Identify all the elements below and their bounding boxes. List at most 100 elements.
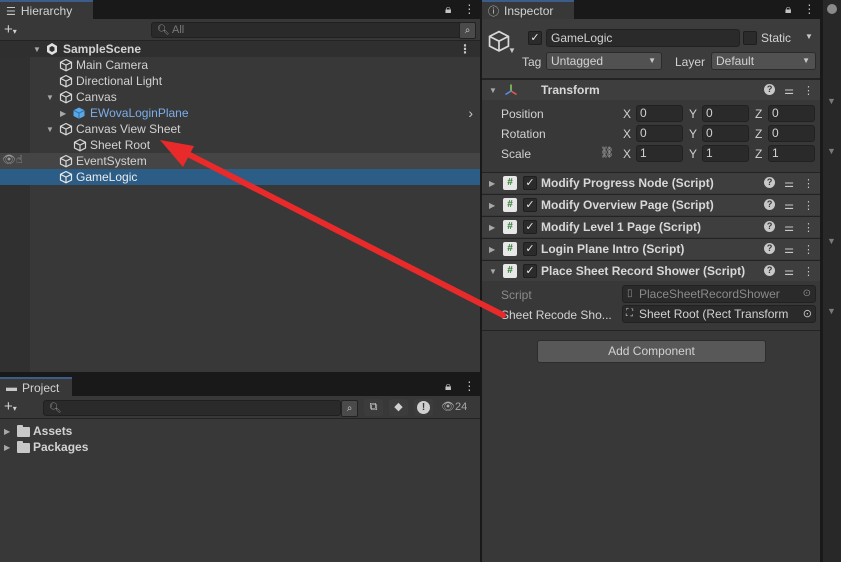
static-checkbox[interactable] (743, 31, 757, 45)
lock-icon[interactable]: 🔒︎ (445, 379, 451, 394)
search-by-type-icon[interactable]: ⌕ (459, 22, 476, 39)
component-header-place-sheet-record-shower[interactable]: ▼ # ✓ Place Sheet Record Shower (Script)… (482, 260, 820, 281)
scale-z-field[interactable]: 1 (768, 145, 815, 162)
context-menu-icon[interactable]: ⋮ (803, 177, 814, 190)
tag-dropdown[interactable]: Untagged ▼ (546, 52, 662, 70)
help-icon[interactable]: ? (764, 220, 776, 232)
filter-by-type-icon[interactable]: ⧉ (364, 399, 383, 416)
collapsed-arrow-icon[interactable]: ▶ (489, 245, 495, 254)
tree-item-eventsystem[interactable]: 👁︎ ☝︎ EventSystem (0, 153, 480, 169)
help-icon[interactable]: ? (764, 198, 776, 210)
static-dropdown-arrow-icon[interactable]: ▼ (805, 32, 813, 41)
lock-icon[interactable]: 🔒︎ (445, 2, 451, 17)
help-icon[interactable]: ? (764, 83, 776, 95)
component-header-login-plane-intro[interactable]: ▶ # ✓ Login Plane Intro (Script) ? ⚌ ⋮ (482, 238, 820, 259)
filter-by-label-icon[interactable]: ◆ (389, 399, 408, 416)
component-enabled-checkbox[interactable]: ✓ (523, 264, 537, 278)
expand-arrow-icon[interactable]: ▼ (46, 93, 54, 102)
preset-sliders-icon[interactable]: ⚌ (784, 84, 794, 97)
preset-sliders-icon[interactable]: ⚌ (784, 265, 794, 278)
light-bulb-icon[interactable] (827, 4, 837, 14)
position-z-field[interactable]: 0 (768, 105, 815, 122)
expand-arrow-icon[interactable]: ▼ (33, 45, 41, 54)
object-picker-icon[interactable]: ⊙ (800, 306, 812, 322)
project-search-input[interactable]: 🔍︎ (43, 400, 341, 416)
rotation-z-field[interactable]: 0 (768, 125, 815, 142)
tree-item-canvas[interactable]: ▼ Canvas (0, 89, 480, 105)
more-icon[interactable]: ⋮ (463, 2, 475, 17)
more-icon[interactable]: ⋮ (803, 2, 815, 17)
position-y-field[interactable]: 0 (702, 105, 749, 122)
chevron-down-icon[interactable]: ▼ (827, 236, 836, 246)
hierarchy-search-input[interactable]: 🔍︎ All (151, 22, 476, 38)
collapsed-arrow-icon[interactable]: ▶ (489, 201, 495, 210)
component-enabled-checkbox[interactable]: ✓ (523, 198, 537, 212)
tree-item-main-camera[interactable]: Main Camera (0, 57, 480, 73)
active-checkbox[interactable]: ✓ (528, 31, 542, 45)
log-types-icon[interactable]: ! (414, 399, 433, 416)
chevron-down-icon[interactable]: ▼ (827, 146, 836, 156)
component-header-modify-level-1-page[interactable]: ▶ # ✓ Modify Level 1 Page (Script) ? ⚌ ⋮ (482, 216, 820, 237)
tree-item-gamelogic[interactable]: GameLogic (0, 169, 480, 185)
add-component-button[interactable]: Add Component (537, 340, 766, 363)
context-menu-icon[interactable]: ⋮ (803, 265, 814, 278)
transform-header[interactable]: ▼ Transform ? ⚌ ⋮ (482, 79, 820, 100)
expand-arrow-icon[interactable]: ▼ (489, 267, 497, 276)
search-by-type-icon[interactable]: ⌕ (341, 400, 358, 417)
preset-sliders-icon[interactable]: ⚌ (784, 199, 794, 212)
tree-item-canvas-view-sheet[interactable]: ▼ Canvas View Sheet (0, 121, 480, 137)
create-dropdown-button[interactable]: +▾ (4, 21, 17, 38)
hidden-packages-toggle[interactable]: 👁︎24 (441, 400, 477, 416)
context-menu-icon[interactable]: ⋮ (803, 199, 814, 212)
more-icon[interactable]: ⋮ (463, 379, 475, 394)
collapsed-arrow-icon[interactable]: ▶ (4, 427, 10, 436)
open-prefab-chevron-icon[interactable]: › (468, 105, 473, 121)
preset-sliders-icon[interactable]: ⚌ (784, 243, 794, 256)
component-header-modify-overview-page[interactable]: ▶ # ✓ Modify Overview Page (Script) ? ⚌ … (482, 194, 820, 215)
collapsed-arrow-icon[interactable]: ▶ (489, 179, 495, 188)
tab-hierarchy[interactable]: ☰ Hierarchy (0, 0, 93, 20)
help-icon[interactable]: ? (764, 242, 776, 254)
help-icon[interactable]: ? (764, 264, 776, 276)
tree-item-ewovaloginplane[interactable]: ▶ EWovaLoginPlane › (0, 105, 480, 121)
layer-dropdown[interactable]: Default ▼ (711, 52, 816, 70)
component-enabled-checkbox[interactable]: ✓ (523, 242, 537, 256)
preset-sliders-icon[interactable]: ⚌ (784, 177, 794, 190)
tab-inspector[interactable]: ⓘ Inspector (482, 0, 574, 20)
collapsed-arrow-icon[interactable]: ▶ (489, 223, 495, 232)
scale-x-field[interactable]: 1 (636, 145, 683, 162)
expand-arrow-icon[interactable]: ▼ (489, 86, 497, 95)
lock-icon[interactable]: 🔒︎ (785, 2, 791, 17)
scene-row[interactable]: ▼ SampleScene ⋮ (0, 41, 480, 57)
context-menu-icon[interactable]: ⋮ (803, 243, 814, 256)
expand-arrow-icon[interactable]: ▼ (46, 125, 54, 134)
component-header-modify-progress-node[interactable]: ▶ # ✓ Modify Progress Node (Script) ? ⚌ … (482, 172, 820, 193)
position-x-field[interactable]: 0 (636, 105, 683, 122)
pickable-hand-icon[interactable]: ☝︎ (16, 153, 23, 166)
collapsed-arrow-icon[interactable]: ▶ (60, 109, 66, 118)
sheet-recode-shower-field[interactable]: ⛶ Sheet Root (Rect Transform ⊙ (622, 305, 816, 323)
rotation-y-field[interactable]: 0 (702, 125, 749, 142)
constrain-proportions-link-icon[interactable]: ⛓ (600, 146, 614, 159)
tree-item-sheet-root[interactable]: Sheet Root (0, 137, 480, 153)
help-icon[interactable]: ? (764, 176, 776, 188)
tab-project[interactable]: ▬ Project (0, 377, 72, 397)
visibility-eye-icon[interactable]: 👁︎ (2, 153, 16, 166)
context-menu-icon[interactable]: ⋮ (803, 84, 814, 97)
preset-sliders-icon[interactable]: ⚌ (784, 221, 794, 234)
scene-more-icon[interactable]: ⋮ (459, 42, 471, 56)
folder-assets[interactable]: ▶ Assets (0, 423, 480, 439)
component-enabled-checkbox[interactable]: ✓ (523, 220, 537, 234)
chevron-down-icon[interactable]: ▼ (827, 306, 836, 316)
rotation-x-field[interactable]: 0 (636, 125, 683, 142)
object-name-field[interactable]: GameLogic (546, 29, 740, 47)
collapsed-arrow-icon[interactable]: ▶ (4, 443, 10, 452)
chevron-down-icon[interactable]: ▼ (827, 96, 836, 106)
component-enabled-checkbox[interactable]: ✓ (523, 176, 537, 190)
context-menu-icon[interactable]: ⋮ (803, 221, 814, 234)
create-dropdown-button[interactable]: +▾ (4, 398, 17, 415)
icon-dropdown-arrow-icon[interactable]: ▼ (508, 46, 516, 55)
folder-packages[interactable]: ▶ Packages (0, 439, 480, 455)
tree-item-directional-light[interactable]: Directional Light (0, 73, 480, 89)
scale-y-field[interactable]: 1 (702, 145, 749, 162)
